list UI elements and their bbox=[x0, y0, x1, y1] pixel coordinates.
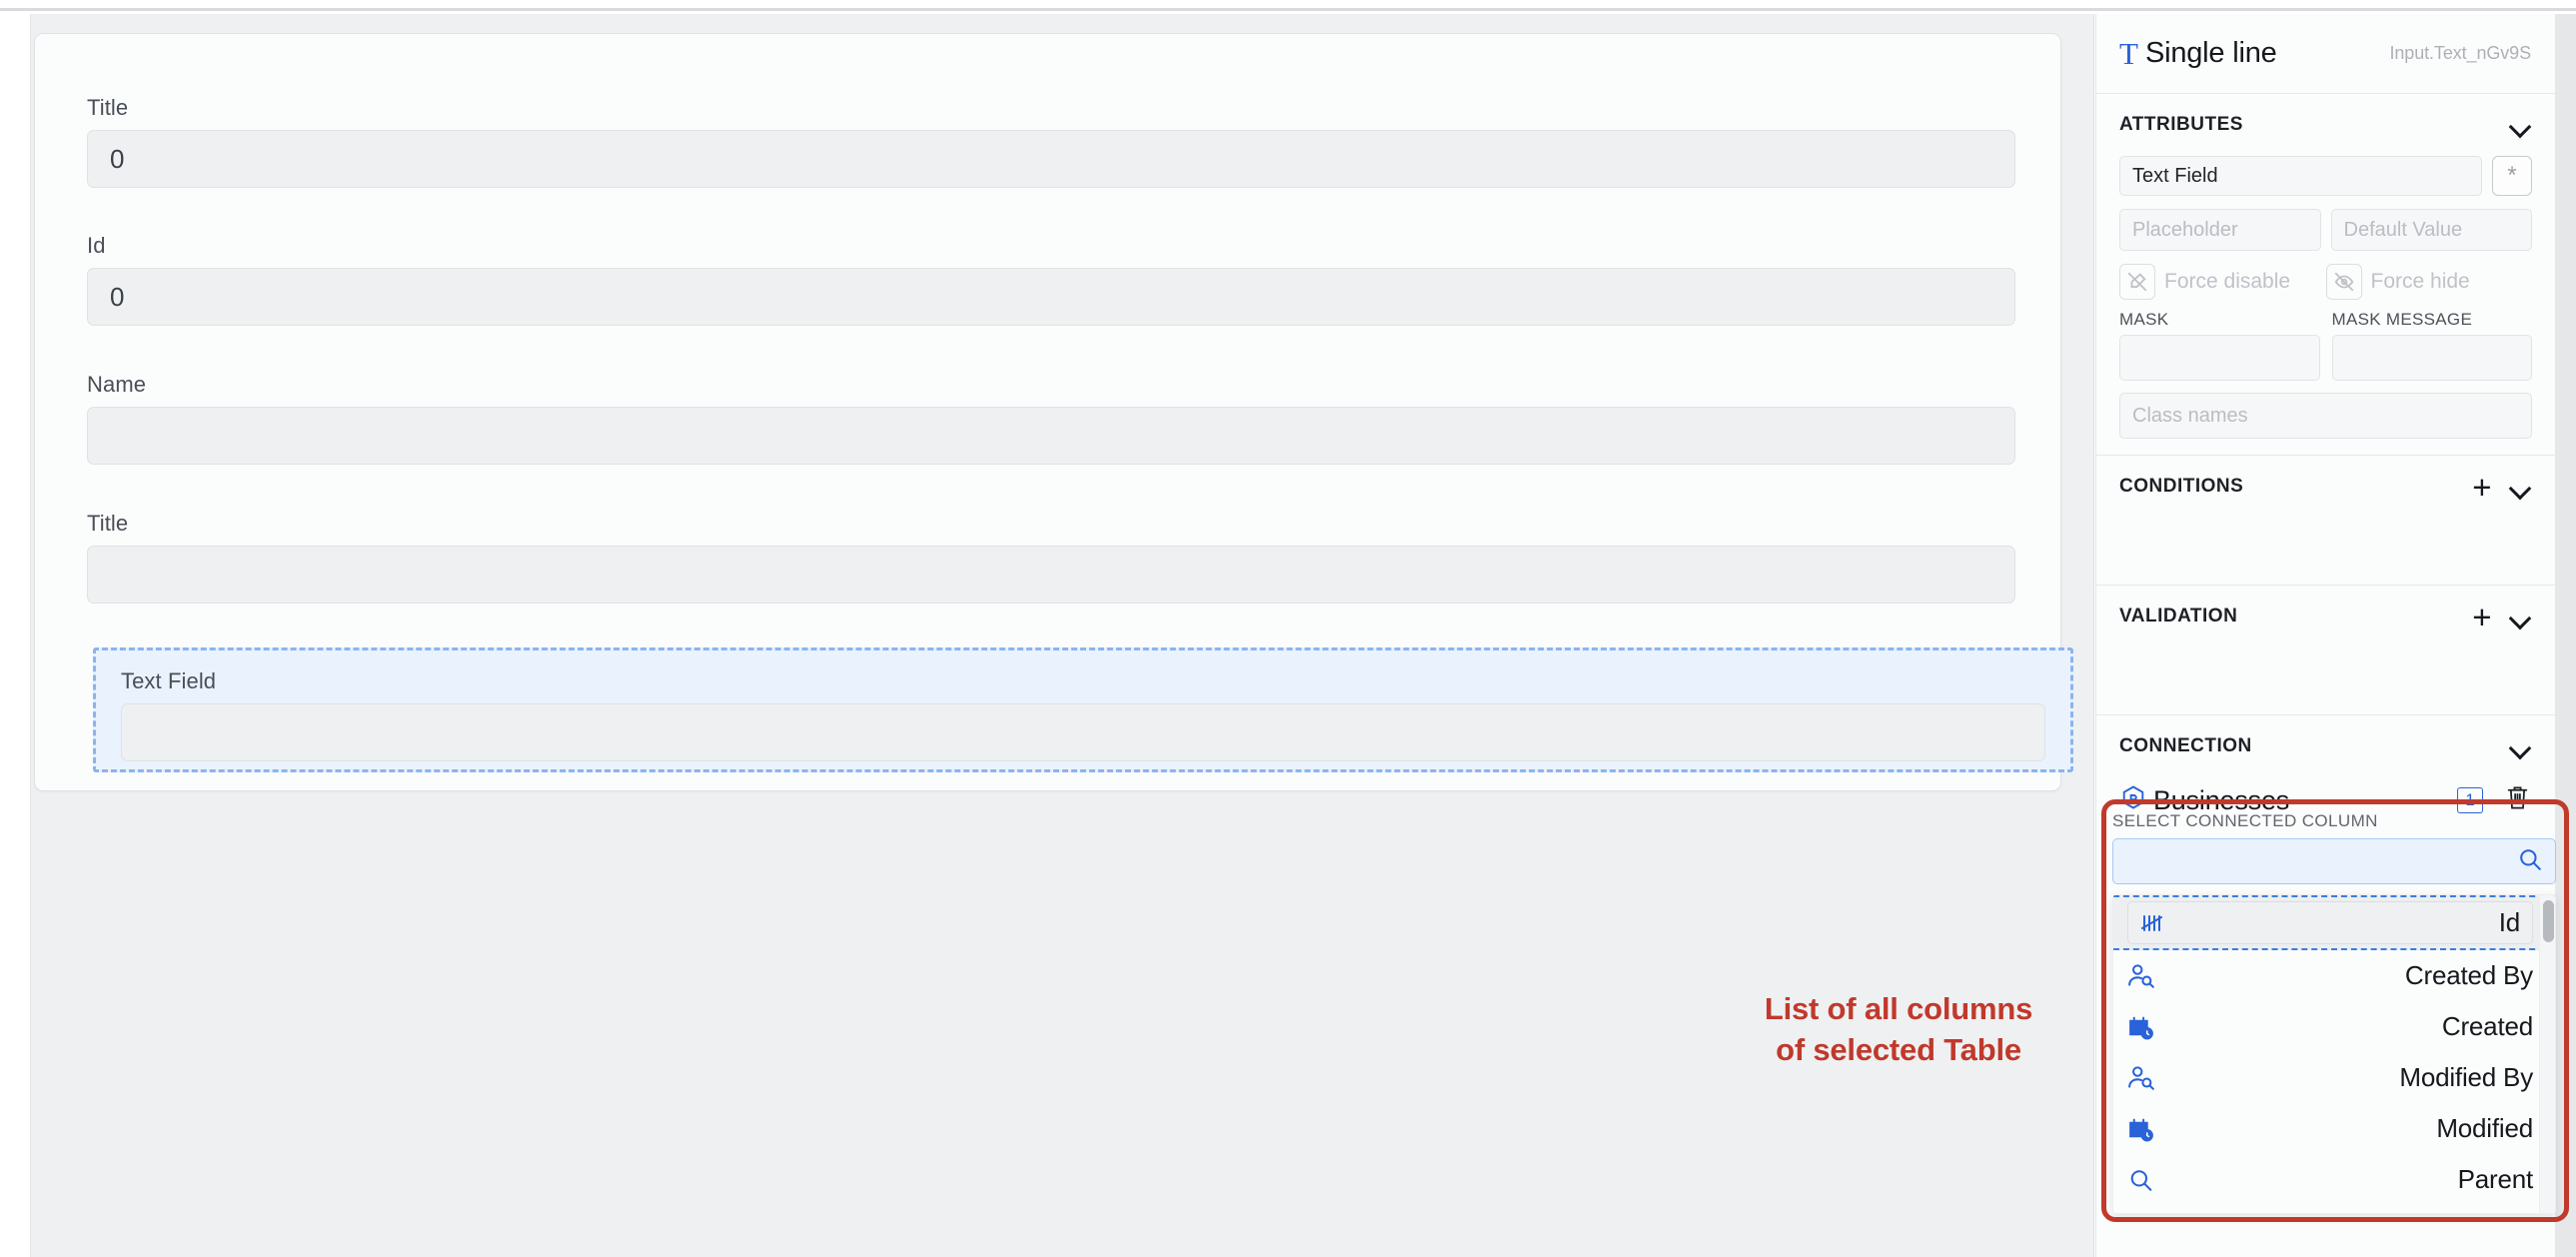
section-validation: VALIDATION + bbox=[2096, 586, 2555, 715]
mask-caption: MASK bbox=[2119, 310, 2169, 329]
section-title: CONNECTION bbox=[2119, 735, 2252, 756]
canvas-left-gutter bbox=[0, 14, 31, 1257]
field-input[interactable]: 0 bbox=[87, 130, 2015, 189]
search-icon bbox=[2127, 1167, 2169, 1193]
chevron-down-icon[interactable] bbox=[2510, 740, 2532, 752]
attributes-header-row[interactable]: ATTRIBUTES bbox=[2119, 94, 2532, 156]
column-search-input[interactable] bbox=[2112, 838, 2556, 884]
force-hide-label: Force hide bbox=[2370, 270, 2470, 293]
list-item-label: Modified By bbox=[2399, 1062, 2533, 1092]
page-scrollbar[interactable] bbox=[2555, 14, 2576, 1257]
field-label: Id bbox=[87, 233, 106, 258]
label-input[interactable]: Text Field bbox=[2119, 156, 2482, 196]
chevron-down-icon[interactable] bbox=[2510, 481, 2532, 493]
list-item-label: Parent bbox=[2457, 1164, 2534, 1194]
list-item[interactable]: Created bbox=[2113, 1001, 2555, 1052]
section-attributes: ATTRIBUTES Text Field * Placeholder Defa… bbox=[2096, 94, 2555, 456]
list-item[interactable]: Created By bbox=[2113, 950, 2555, 1001]
section-connection: CONNECTION Businesses 1 bbox=[2096, 715, 2555, 823]
force-hide-toggle[interactable]: Force hide bbox=[2325, 264, 2533, 300]
list-item[interactable]: Modified By bbox=[2113, 1052, 2555, 1103]
calendar-clock-icon bbox=[2127, 1014, 2169, 1040]
mask-message-input[interactable] bbox=[2331, 335, 2532, 381]
top-bar bbox=[0, 0, 2576, 11]
search-icon bbox=[2517, 846, 2543, 877]
field-input[interactable]: 0 bbox=[87, 268, 2015, 327]
panel-header: T Single line Input.Text_nGv9S bbox=[2096, 14, 2555, 94]
add-condition-button[interactable]: + bbox=[2472, 471, 2492, 504]
section-title: CONDITIONS bbox=[2119, 476, 2244, 497]
section-conditions: CONDITIONS + bbox=[2096, 456, 2555, 586]
default-value-input[interactable]: Default Value bbox=[2330, 209, 2532, 251]
force-disable-toggle[interactable]: Force disable bbox=[2119, 264, 2326, 300]
dropdown-caption: SELECT CONNECTED COLUMN bbox=[2112, 811, 2378, 830]
calendar-clock-icon bbox=[2127, 1116, 2169, 1142]
panel-title: Single line bbox=[2144, 37, 2277, 69]
mask-message-caption: MASK MESSAGE bbox=[2331, 310, 2473, 329]
list-item[interactable]: Id bbox=[2113, 895, 2555, 950]
conditions-header-row[interactable]: CONDITIONS + bbox=[2119, 456, 2532, 518]
placeholder-input[interactable]: Placeholder bbox=[2119, 209, 2321, 251]
list-item-label: Created bbox=[2441, 1011, 2533, 1041]
selected-widget-text-field[interactable]: Text Field bbox=[93, 647, 2073, 772]
selected-widget-input[interactable] bbox=[121, 703, 2045, 762]
form-field-title-2[interactable]: Title bbox=[87, 511, 2015, 605]
field-label: Title bbox=[87, 511, 129, 536]
field-label: Title bbox=[87, 95, 129, 120]
connection-count-badge[interactable]: 1 bbox=[2457, 787, 2483, 813]
section-title: ATTRIBUTES bbox=[2119, 114, 2243, 135]
force-disable-label: Force disable bbox=[2164, 270, 2291, 293]
field-input[interactable] bbox=[87, 407, 2015, 466]
list-item[interactable]: Parent bbox=[2113, 1154, 2555, 1205]
list-item[interactable]: Modified bbox=[2113, 1103, 2555, 1154]
chevron-down-icon[interactable] bbox=[2510, 611, 2532, 623]
component-id: Input.Text_nGv9S bbox=[2389, 43, 2532, 63]
asterisk-required-button[interactable]: * bbox=[2492, 156, 2532, 196]
connection-header-row[interactable]: CONNECTION bbox=[2119, 715, 2532, 777]
mask-input[interactable] bbox=[2119, 335, 2320, 381]
form-field-name[interactable]: Name bbox=[87, 372, 2015, 466]
tally-count-icon bbox=[2140, 912, 2182, 934]
connected-column-dropdown: SELECT CONNECTED COLUMN Id Created By Cr… bbox=[2112, 811, 2556, 1214]
list-item-label: Id bbox=[2498, 907, 2520, 937]
chevron-down-icon[interactable] bbox=[2510, 119, 2532, 131]
add-validation-button[interactable]: + bbox=[2472, 601, 2492, 633]
form-field-id[interactable]: Id 0 bbox=[87, 233, 2015, 327]
dropdown-scrollbar[interactable] bbox=[2539, 895, 2555, 1213]
annotation-text: List of all columns of selected Table bbox=[1764, 991, 2033, 1067]
validation-header-row[interactable]: VALIDATION + bbox=[2119, 586, 2532, 647]
form-field-title-1[interactable]: Title 0 bbox=[87, 95, 2015, 189]
scrollbar-thumb[interactable] bbox=[2543, 900, 2554, 942]
column-list[interactable]: Id Created By Created Modified By Modifi… bbox=[2112, 894, 2556, 1214]
disable-pen-icon bbox=[2119, 264, 2155, 300]
list-item-label: Modified bbox=[2436, 1113, 2533, 1143]
list-item-label: Created By bbox=[2404, 960, 2533, 990]
selected-widget-label: Text Field bbox=[121, 668, 217, 693]
user-search-icon bbox=[2127, 1065, 2169, 1091]
user-search-icon bbox=[2127, 963, 2169, 989]
class-names-input[interactable]: Class names bbox=[2119, 393, 2532, 439]
section-title: VALIDATION bbox=[2119, 606, 2238, 627]
eye-off-icon bbox=[2325, 264, 2362, 300]
field-input[interactable] bbox=[87, 546, 2015, 605]
field-label: Name bbox=[87, 372, 147, 397]
text-type-icon: T bbox=[2119, 36, 2138, 71]
form-preview-card: Title 0 Id 0 Name Title Text Field bbox=[34, 33, 2073, 791]
